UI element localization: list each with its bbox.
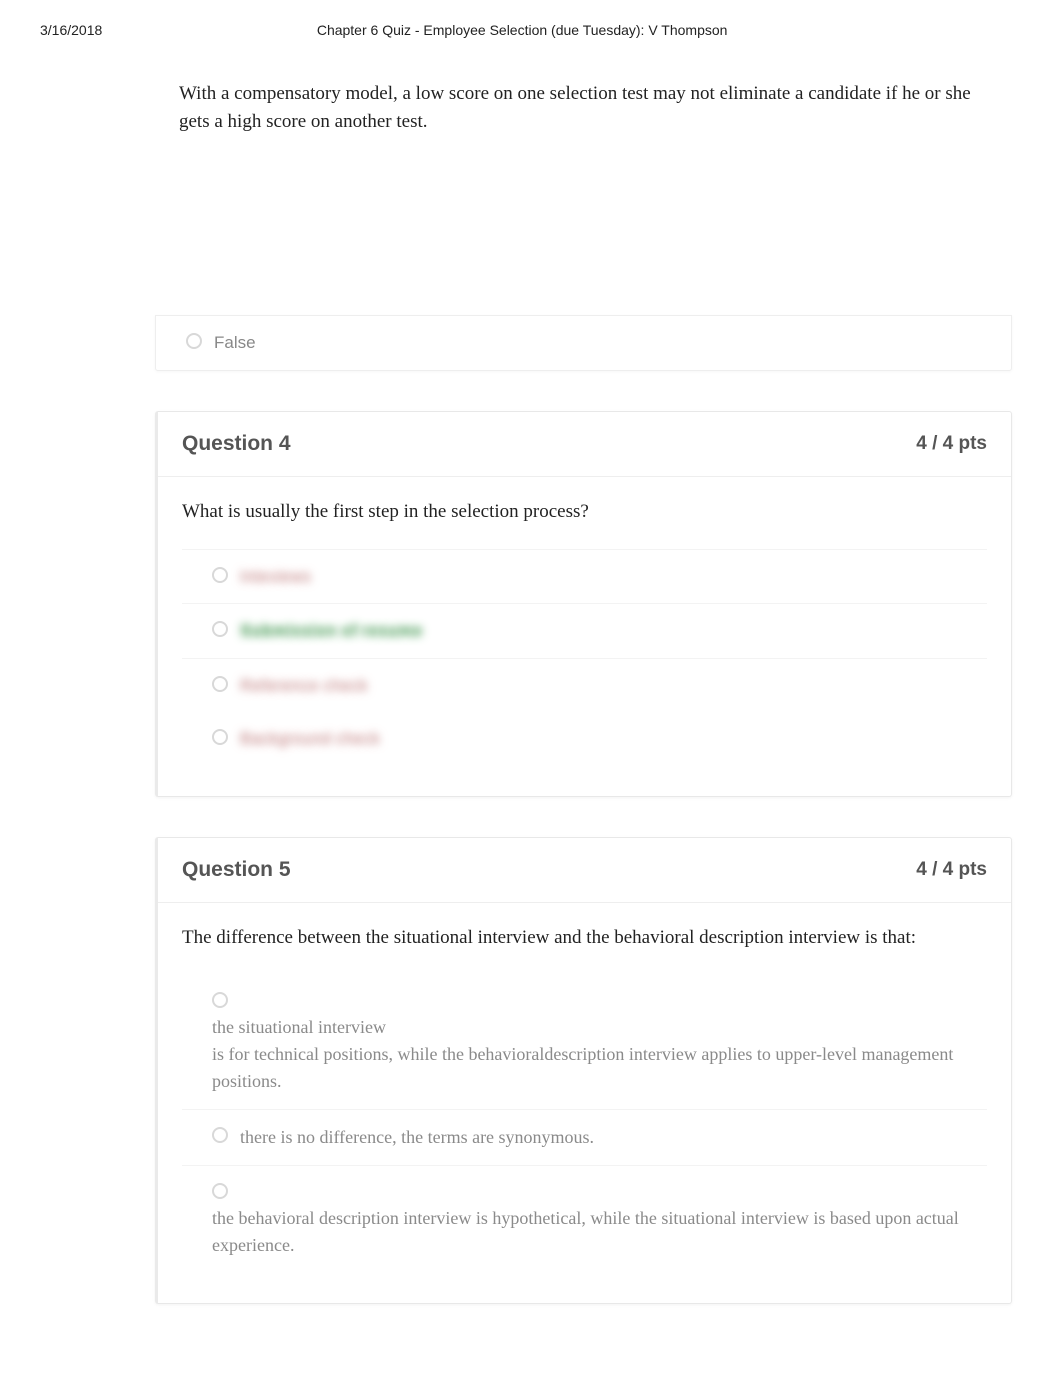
q4-card: Question 4 4 / 4 pts What is usually the… bbox=[155, 411, 1012, 797]
q5-header: Question 5 4 / 4 pts bbox=[158, 838, 1011, 903]
q5-body: The difference between the situational i… bbox=[158, 903, 1011, 1303]
q5-opt-b-label: there is no difference, the terms are sy… bbox=[240, 1124, 594, 1151]
q5-opt-c-label: the behavioral description interview is … bbox=[212, 1205, 979, 1259]
header-spacer bbox=[942, 22, 1022, 38]
q3-card-tail: False bbox=[155, 315, 1012, 371]
q3-option-false[interactable]: False bbox=[156, 316, 1011, 370]
q4-option-a[interactable]: Inteviews bbox=[182, 549, 987, 604]
content-area: With a compensatory model, a low score o… bbox=[155, 80, 1012, 1304]
q5-opt-a-line1: the situational interview bbox=[212, 1014, 979, 1041]
q5-option-a[interactable]: the situational interview is for technic… bbox=[182, 975, 987, 1109]
q4-prompt: What is usually the first step in the se… bbox=[182, 501, 987, 523]
q4-option-c[interactable]: Reference check bbox=[182, 658, 987, 713]
q5-card: Question 5 4 / 4 pts The difference betw… bbox=[155, 837, 1012, 1304]
header-date: 3/16/2018 bbox=[40, 22, 102, 38]
q3-stem: With a compensatory model, a low score o… bbox=[179, 80, 988, 135]
q5-points: 4 / 4 pts bbox=[916, 859, 987, 881]
q4-title: Question 4 bbox=[182, 432, 291, 456]
radio-icon bbox=[212, 729, 228, 745]
q5-opt-a-line2: is for technical positions, while the be… bbox=[212, 1041, 979, 1095]
radio-icon bbox=[212, 1127, 228, 1143]
q4-opt-a-label: Inteviews bbox=[240, 564, 311, 590]
q4-body: What is usually the first step in the se… bbox=[158, 477, 1011, 796]
q4-opt-b-label: Submission of resume bbox=[240, 618, 422, 644]
radio-icon bbox=[212, 567, 228, 583]
q4-points: 4 / 4 pts bbox=[916, 433, 987, 455]
q4-header: Question 4 4 / 4 pts bbox=[158, 412, 1011, 477]
q4-option-b[interactable]: Submission of resume bbox=[182, 603, 987, 658]
radio-icon bbox=[212, 676, 228, 692]
radio-icon bbox=[212, 992, 228, 1008]
radio-icon bbox=[186, 333, 202, 349]
radio-icon bbox=[212, 1183, 228, 1199]
radio-icon bbox=[212, 621, 228, 637]
q5-option-b[interactable]: there is no difference, the terms are sy… bbox=[182, 1109, 987, 1165]
q5-title: Question 5 bbox=[182, 858, 291, 882]
q4-opt-d-label: Background check bbox=[240, 726, 380, 752]
page-header: 3/16/2018 Chapter 6 Quiz - Employee Sele… bbox=[0, 0, 1062, 48]
q5-prompt: The difference between the situational i… bbox=[182, 927, 987, 949]
q5-option-c[interactable]: the behavioral description interview is … bbox=[182, 1165, 987, 1273]
q4-option-d[interactable]: Background check bbox=[182, 712, 987, 766]
q4-opt-c-label: Reference check bbox=[240, 673, 368, 699]
header-title: Chapter 6 Quiz - Employee Selection (due… bbox=[102, 22, 942, 38]
q3-false-label: False bbox=[214, 330, 256, 356]
